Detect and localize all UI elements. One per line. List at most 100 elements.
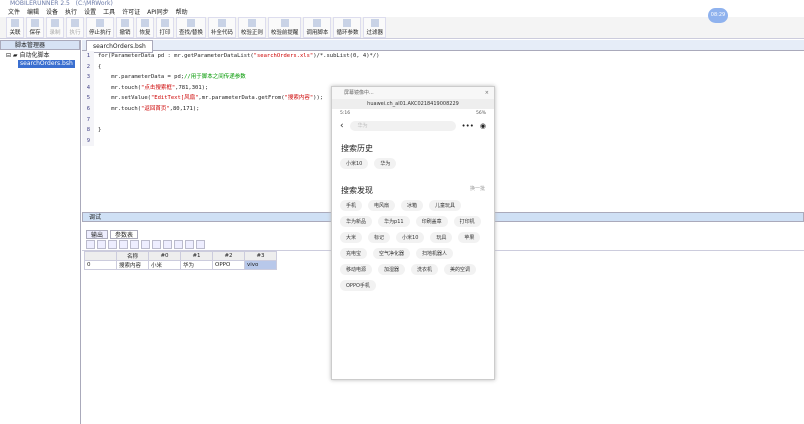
menu-item[interactable]: API同步 (147, 8, 169, 17)
more-icon[interactable]: ••• (462, 122, 474, 130)
toolbar-button[interactable]: 保存 (26, 17, 44, 38)
refresh-link[interactable]: 换一批 (470, 185, 485, 196)
table-tool-button[interactable] (152, 240, 161, 249)
history-chip[interactable]: 小米10 (340, 158, 369, 169)
table-tool-button[interactable] (97, 240, 106, 249)
code-token: for(ParameterData pd : mr.getParameterDa… (98, 53, 254, 59)
discover-chip[interactable]: 玩具 (430, 232, 453, 243)
line-content: } (94, 125, 101, 136)
table-cell[interactable]: 华为 (180, 260, 213, 270)
toolbar-icon (11, 19, 19, 27)
toolbar-label: 循环参数 (336, 30, 359, 36)
discover-chip[interactable]: 大米 (340, 232, 363, 243)
code-token: )); (313, 95, 324, 102)
toolbar-button[interactable]: 过滤器 (363, 17, 386, 38)
table-cell[interactable]: vivo (244, 260, 277, 270)
table-tool-button[interactable] (196, 240, 205, 249)
toolbar-button[interactable]: 校验正则 (237, 17, 266, 38)
discover-chip[interactable]: 空气净化器 (373, 248, 411, 259)
discover-chip[interactable]: 加湿器 (378, 264, 406, 275)
scan-icon[interactable]: ◉ (480, 122, 486, 130)
menu-item[interactable]: 设备 (46, 8, 58, 17)
toolbar-label: 撤销 (119, 30, 131, 36)
discover-chip[interactable]: 华为新品 (340, 216, 373, 227)
toolbar-button[interactable]: 录制 (46, 17, 64, 38)
toolbar-label: 停止执行 (89, 30, 112, 36)
toolbar-label: 查找/替换 (179, 30, 203, 36)
close-icon[interactable]: × (485, 87, 489, 99)
toolbar-button[interactable]: 调用脚本 (303, 17, 332, 38)
toolbar-button[interactable]: 停止执行 (86, 17, 115, 38)
toolbar-button[interactable]: 补全代码 (207, 17, 236, 38)
discover-chip[interactable]: 苹果 (458, 232, 481, 243)
column-header: #3 (244, 251, 277, 261)
column-header: 名称 (116, 251, 149, 261)
back-icon[interactable]: ‹ (340, 121, 344, 131)
line-content: mr.touch("点击搜索框",781,301); (94, 83, 208, 94)
discover-chip[interactable]: 充电宝 (340, 248, 368, 259)
menu-item[interactable]: 执行 (65, 8, 77, 17)
toolbar-button[interactable]: 打印 (156, 17, 175, 38)
menu-item[interactable]: 文件 (8, 8, 20, 17)
menu-item[interactable]: 设置 (84, 8, 96, 17)
menu-item[interactable]: 编辑 (27, 8, 39, 17)
table-tool-button[interactable] (185, 240, 194, 249)
tab-script-manager[interactable]: 脚本管理器 (0, 40, 80, 50)
table-tool-button[interactable] (141, 240, 150, 249)
discover-title: 搜索发现 (341, 186, 373, 195)
line-number: 4 (82, 82, 94, 94)
toolbar-button[interactable]: 关联 (6, 17, 24, 38)
history-chip[interactable]: 华为 (374, 158, 397, 169)
status-time: 5:16 (340, 111, 351, 116)
discover-chip[interactable]: 洗衣机 (411, 264, 439, 275)
toolbar-button[interactable]: 恢复 (136, 17, 155, 38)
table-tool-button[interactable] (119, 240, 128, 249)
discover-chip[interactable]: 华为p11 (378, 216, 410, 227)
discover-chip[interactable]: 打印机 (453, 216, 481, 227)
toolbar-icon (51, 19, 59, 27)
toolbar-button[interactable]: 查找/替换 (176, 17, 206, 38)
toolbar-label: 校验前提醒 (270, 30, 299, 36)
table-tool-button[interactable] (108, 240, 117, 249)
line-content: mr.setValue("EditText[风扇",mr.parameterDa… (94, 93, 323, 104)
toolbar-button[interactable]: 撤销 (116, 17, 135, 38)
code-token: //用于脚本之间传递参数 (184, 74, 246, 81)
tab-output[interactable]: 输出 (86, 230, 109, 239)
toolbar-button[interactable]: 校验前提醒 (267, 17, 302, 38)
tab-parameter-table[interactable]: 参数表 (110, 230, 139, 239)
table-cell[interactable]: 搜索内容 (116, 260, 149, 270)
discover-chip[interactable]: OPPO手机 (340, 280, 376, 291)
table-cell[interactable]: OPPO (212, 260, 245, 270)
search-input[interactable]: 华为 (349, 121, 456, 131)
discover-chip[interactable]: 移动电源 (340, 264, 373, 275)
table-tool-button[interactable] (174, 240, 183, 249)
menu-item[interactable]: 工具 (103, 8, 115, 17)
table-tool-button[interactable] (86, 240, 95, 249)
code-token: "EditText[风扇" (150, 95, 199, 102)
discover-chip[interactable]: 印刷盖章 (415, 216, 448, 227)
table-tool-button[interactable] (130, 240, 139, 249)
toolbar-button[interactable]: 执行 (66, 17, 84, 38)
discover-chip[interactable]: 小米10 (396, 232, 425, 243)
menu-bar: 文件 编辑 设备 执行 设置 工具 许可证 API同步 帮助 (0, 8, 804, 17)
table-cell[interactable]: 小米 (148, 260, 181, 270)
discover-chip[interactable]: 扫地机器人 (416, 248, 454, 259)
discover-chip[interactable]: 美的空调 (444, 264, 477, 275)
history-chips: 小米10 华为 (332, 158, 494, 169)
tree-folder[interactable]: ⊟ ▰ 自动化脚本 (6, 52, 74, 60)
menu-item[interactable]: 许可证 (122, 8, 140, 17)
code-line: 2{ (82, 61, 804, 73)
table-cell[interactable]: 0 (84, 260, 117, 270)
discover-chip[interactable]: 电风扇 (368, 200, 396, 211)
menu-item[interactable]: 帮助 (176, 8, 188, 17)
discover-chip[interactable]: 儿童玩具 (429, 200, 462, 211)
tree-file-item[interactable]: searchOrders.bsh (18, 60, 75, 68)
line-number: 8 (82, 125, 94, 136)
discover-chip[interactable]: 标记 (368, 232, 391, 243)
discover-chip[interactable]: 手机 (340, 200, 363, 211)
toolbar-icon (31, 19, 39, 27)
line-number: 6 (82, 103, 94, 115)
discover-chip[interactable]: 冰箱 (401, 200, 424, 211)
toolbar-button[interactable]: 循环参数 (333, 17, 362, 38)
table-tool-button[interactable] (163, 240, 172, 249)
